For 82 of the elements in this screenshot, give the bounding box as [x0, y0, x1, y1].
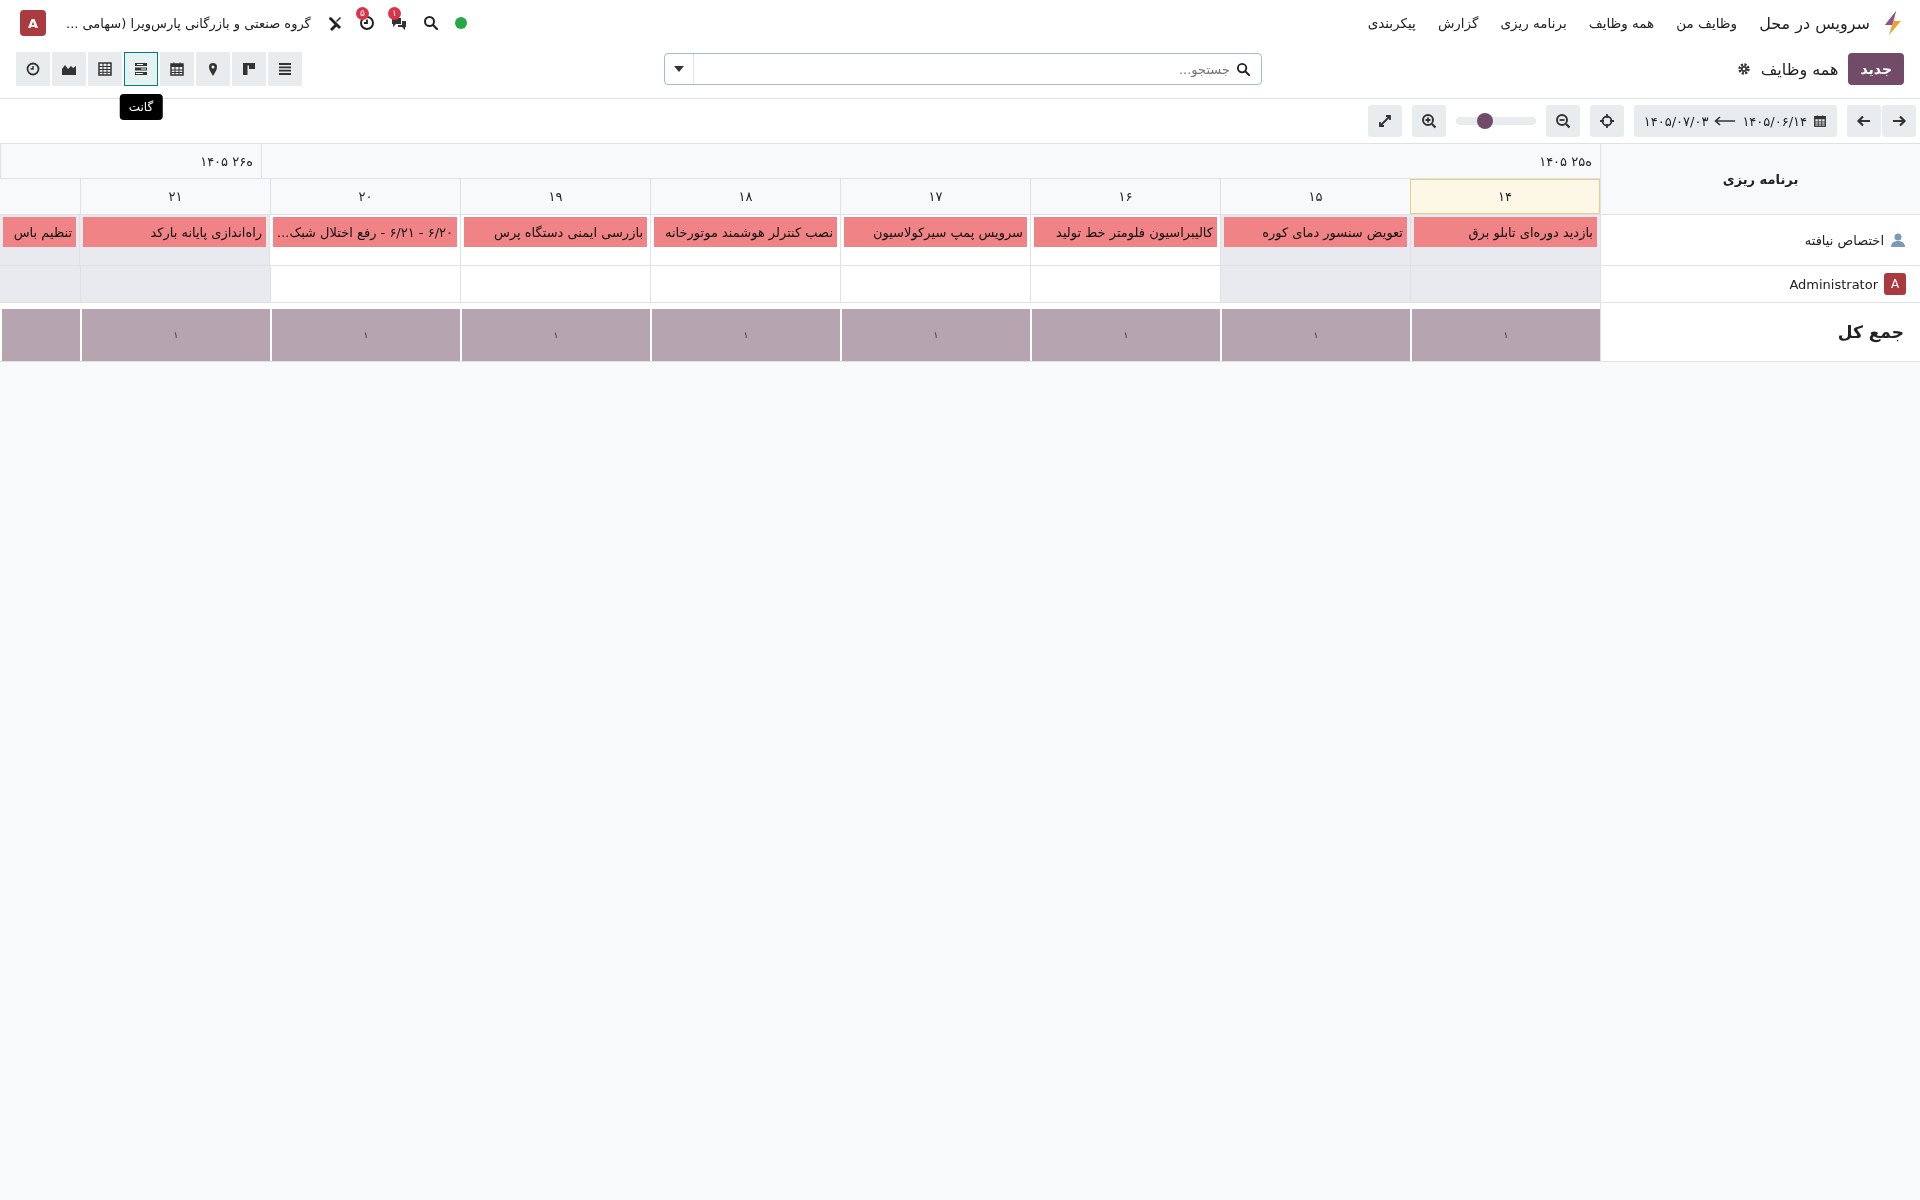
- kanban-icon: [241, 61, 257, 77]
- column-header: ۱۶: [1030, 179, 1220, 214]
- person-icon: [1890, 232, 1906, 248]
- calendar-icon: [1813, 114, 1827, 128]
- breadcrumb-title: همه وظایف: [1760, 59, 1839, 79]
- column-header: ۱۷: [840, 179, 1030, 214]
- total-value: ۱: [1313, 330, 1319, 340]
- task-bar[interactable]: راه‌اندازی پایانه بارکد: [83, 217, 267, 247]
- today-button[interactable]: [1589, 105, 1624, 137]
- task-bar[interactable]: تعویض سنسور دمای کوره: [1224, 217, 1407, 247]
- list-icon: [277, 61, 293, 77]
- settings-icon[interactable]: [1736, 62, 1751, 76]
- app-logo-icon[interactable]: [1882, 11, 1904, 35]
- total-value: ۱: [933, 330, 939, 340]
- next-button[interactable]: [1882, 105, 1916, 137]
- row-label: اختصاص نیافته: [1804, 232, 1884, 248]
- total-value: ۱: [173, 330, 179, 340]
- date-text: ۱۴۰۵/۰۷/۰۳: [1643, 113, 1709, 129]
- menu-item[interactable]: وظایف من: [1676, 15, 1738, 31]
- total-value: ۱: [1503, 330, 1509, 340]
- task-bar[interactable]: بازرسی ایمنی دستگاه پرس: [464, 217, 647, 247]
- task-bar[interactable]: نصب کنترلر هوشمند موتورخانه: [654, 217, 837, 247]
- clock-icon[interactable]: [358, 15, 375, 31]
- menu-item[interactable]: همه وظایف: [1588, 15, 1655, 31]
- date-text: ۱۴۰۵/۰۶/۱۴: [1742, 113, 1807, 129]
- week-label: ۱۴۰۵ ۲۶ه: [200, 153, 253, 169]
- user-avatar: A: [1884, 273, 1906, 295]
- zoom-in-icon: [1420, 113, 1437, 129]
- app-name-link[interactable]: سرویس در محل: [1759, 13, 1870, 33]
- date-range-button[interactable]: ۱۴۰۵/۰۶/۱۴ ۱۴۰۵/۰۷/۰۳: [1633, 105, 1837, 137]
- total-value: ۱: [743, 330, 749, 340]
- table-icon: [97, 61, 113, 77]
- new-button[interactable]: جدید: [1848, 53, 1904, 85]
- clock-icon: [25, 61, 41, 77]
- expand-icon: [1376, 113, 1393, 129]
- task-bar[interactable]: کالیبراسیون فلومتر خط تولید: [1034, 217, 1217, 247]
- total-value: ۱: [363, 330, 369, 340]
- menu-item[interactable]: پیکربندی: [1367, 15, 1416, 31]
- crosshair-icon: [1598, 113, 1615, 129]
- arrow-left-icon: [1856, 113, 1872, 129]
- search-icon: [1236, 61, 1251, 77]
- arrow-right-icon: [1891, 113, 1907, 129]
- calendar-icon: [169, 61, 185, 77]
- search-field[interactable]: جستجو...: [664, 53, 1262, 85]
- task-bar[interactable]: تنظیم باس: [3, 217, 77, 247]
- search-icon[interactable]: [422, 15, 439, 31]
- view-button[interactable]: [124, 52, 158, 86]
- today-column-header: ۱۴: [1410, 179, 1600, 214]
- task-bar[interactable]: ۶/۲۰ - ۶/۲۱ - رفع اختلال شبک...: [273, 217, 457, 247]
- slider-thumb[interactable]: [1477, 113, 1494, 129]
- menu-item[interactable]: برنامه ریزی: [1500, 15, 1567, 31]
- zoom-out-icon: [1554, 113, 1571, 129]
- column-header: برنامه ریزی: [1722, 171, 1799, 187]
- expand-button[interactable]: [1367, 105, 1402, 137]
- previous-button[interactable]: [1847, 105, 1881, 137]
- row-label: Administrator: [1789, 276, 1878, 292]
- total-value: ۱: [553, 330, 559, 340]
- tools-icon[interactable]: [326, 15, 343, 31]
- arrow-left-icon: [1714, 116, 1737, 126]
- chat-icon[interactable]: [390, 15, 407, 31]
- zoom-in-button[interactable]: [1411, 105, 1446, 137]
- column-header: ۱۸: [650, 179, 840, 214]
- user-avatar[interactable]: A: [20, 10, 46, 36]
- task-bar[interactable]: بازدید دوره‌ای تابلو برق: [1414, 217, 1597, 247]
- search-input[interactable]: جستجو...: [694, 61, 1236, 77]
- total-value: ۱: [1123, 330, 1129, 340]
- menu-item[interactable]: گزارش: [1437, 15, 1479, 31]
- total-label: جمع کل: [1837, 322, 1904, 342]
- counter-badge: ۱: [387, 7, 401, 20]
- caret-icon: [674, 66, 684, 72]
- column-header: ۱۹: [460, 179, 650, 214]
- column-header: ۲۱: [80, 179, 270, 214]
- task-bar[interactable]: سرویس پمپ سیرکولاسیون: [844, 217, 1027, 247]
- week-label: ۱۴۰۵ ۲۵ه: [1539, 153, 1592, 169]
- counter-badge: ۵: [355, 7, 369, 20]
- column-header: ۱۵: [1220, 179, 1410, 214]
- tooltip: گانت: [119, 94, 163, 120]
- status-dot: [454, 17, 467, 29]
- gantt-icon: [133, 61, 149, 77]
- zoom-out-button[interactable]: [1545, 105, 1580, 137]
- column-header: ۲۰: [270, 179, 460, 214]
- company-name[interactable]: گروه صنعتی و بازرگانی پارس‌ویرا (سهامی ...: [66, 15, 311, 31]
